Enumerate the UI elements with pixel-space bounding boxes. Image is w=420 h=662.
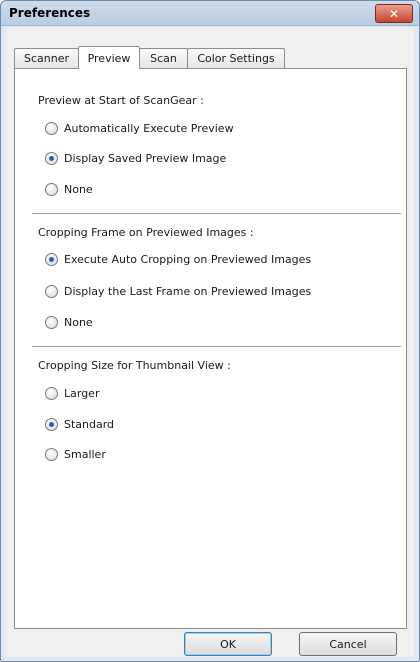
- radio-label: Display Saved Preview Image: [64, 151, 227, 165]
- radio-label: Automatically Execute Preview: [64, 121, 234, 135]
- tab-label: Color Settings: [197, 52, 275, 65]
- radio-label: Standard: [64, 417, 115, 431]
- close-button[interactable]: ✕: [375, 4, 413, 23]
- radio-label: Execute Auto Cropping on Previewed Image…: [64, 252, 312, 266]
- tab-scan[interactable]: Scan: [139, 48, 188, 68]
- radio-larger[interactable]: Larger: [45, 385, 99, 401]
- section-label-cropping-frame: Cropping Frame on Previewed Images :: [38, 226, 254, 239]
- title-bar[interactable]: Preferences ✕: [1, 1, 419, 26]
- cancel-button[interactable]: Cancel: [299, 632, 397, 656]
- tab-label: Scan: [150, 52, 177, 65]
- radio-button[interactable]: [45, 447, 58, 461]
- radio-cropping-none[interactable]: None: [45, 314, 93, 330]
- radio-button[interactable]: [45, 284, 58, 298]
- tab-color-settings[interactable]: Color Settings: [187, 48, 285, 68]
- radio-button[interactable]: [45, 386, 58, 400]
- preferences-dialog: Preferences ✕ Scanner Preview Scan Color…: [0, 0, 420, 662]
- radio-label: None: [64, 182, 93, 196]
- radio-button[interactable]: [45, 252, 58, 266]
- radio-button[interactable]: [45, 315, 58, 329]
- radio-button[interactable]: [45, 417, 58, 431]
- section-label-cropping-size: Cropping Size for Thumbnail View :: [38, 359, 231, 372]
- radio-smaller[interactable]: Smaller: [45, 446, 106, 462]
- radio-standard[interactable]: Standard: [45, 416, 114, 432]
- tab-preview[interactable]: Preview: [78, 46, 140, 69]
- radio-display-last-frame[interactable]: Display the Last Frame on Previewed Imag…: [45, 283, 311, 299]
- radio-button[interactable]: [45, 151, 58, 165]
- radio-button[interactable]: [45, 182, 58, 196]
- tab-label: Scanner: [23, 52, 69, 65]
- section-divider: [32, 346, 401, 348]
- dialog-title: Preferences: [9, 6, 91, 20]
- radio-label: Smaller: [64, 447, 106, 461]
- radio-label: Larger: [64, 386, 100, 400]
- radio-label: Display the Last Frame on Previewed Imag…: [64, 284, 312, 298]
- radio-display-saved-preview-image[interactable]: Display Saved Preview Image: [45, 150, 226, 166]
- section-label-preview-at-start: Preview at Start of ScanGear :: [38, 94, 204, 107]
- tab-label: Preview: [87, 51, 131, 65]
- radio-preview-none[interactable]: None: [45, 181, 93, 197]
- tab-scanner[interactable]: Scanner: [14, 48, 79, 68]
- dialog-client-area: Scanner Preview Scan Color Settings Prev…: [6, 27, 414, 657]
- radio-execute-auto-cropping[interactable]: Execute Auto Cropping on Previewed Image…: [45, 251, 311, 267]
- radio-automatically-execute-preview[interactable]: Automatically Execute Preview: [45, 120, 234, 136]
- radio-label: None: [64, 315, 93, 329]
- section-divider: [32, 213, 401, 215]
- radio-button[interactable]: [45, 121, 58, 135]
- preview-tab-panel: Preview at Start of ScanGear : Automatic…: [14, 68, 407, 629]
- close-icon: ✕: [388, 6, 400, 21]
- ok-button[interactable]: OK: [184, 632, 272, 656]
